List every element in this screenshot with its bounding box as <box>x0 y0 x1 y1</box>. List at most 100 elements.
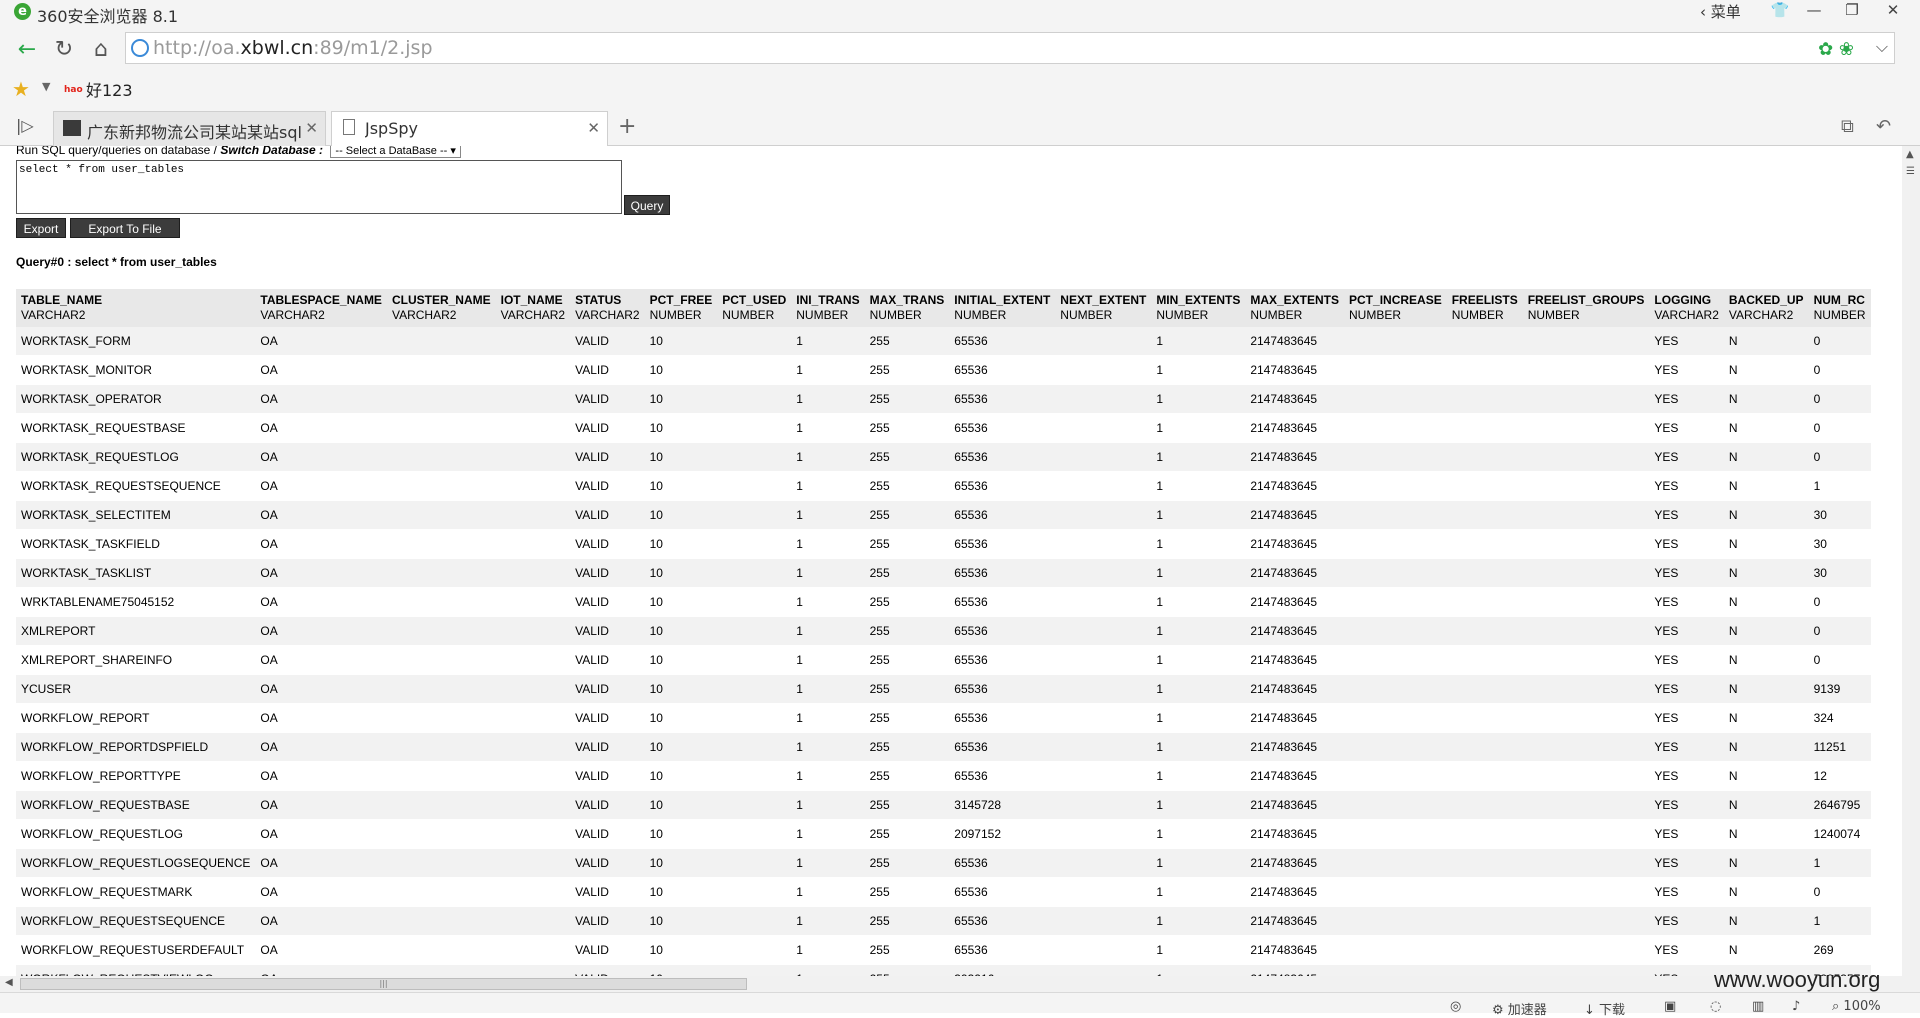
minimize-icon[interactable]: — <box>1797 0 1831 24</box>
column-type: NUMBER <box>649 308 702 322</box>
column-header: MIN_EXTENTS NUMBER <box>1151 289 1246 327</box>
horizontal-scroll-thumb[interactable]: ||| <box>20 978 747 990</box>
table-cell: OA <box>255 558 387 588</box>
table-cell: N <box>1723 558 1809 588</box>
table-cell: 1 <box>791 848 865 878</box>
table-cell: WORKFLOW_REQUESTLOGSEQUENCE <box>16 848 256 878</box>
table-cell: WORKTASK_MONITOR <box>16 355 256 385</box>
browser-menu-button[interactable]: ‹ 菜单 <box>1700 1 1741 22</box>
table-cell <box>386 935 496 965</box>
database-select[interactable]: -- Select a DataBase -- ▾ <box>330 146 461 158</box>
table-cell: 1 <box>791 877 865 907</box>
sql-query-textarea[interactable]: select * from user_tables <box>16 160 622 214</box>
table-cell: OA <box>255 587 387 617</box>
table-row: YCUSER OA VALID 10 1 255 65536 1 2147483645 YES N 9… <box>16 674 1871 704</box>
new-tab-plus-icon[interactable]: + <box>618 114 636 139</box>
table-cell <box>386 819 496 849</box>
table-cell: WORKTASK_REQUESTLOG <box>16 442 256 472</box>
table-cell: N <box>1723 413 1809 443</box>
table-row: WORKFLOW_REPORTDSPFIELD OA VALID 10 1 255 6553… <box>16 732 1871 762</box>
table-cell: WORKTASK_OPERATOR <box>16 384 256 414</box>
skin-icon[interactable]: 👕 <box>1763 0 1797 24</box>
table-cell: 255 <box>864 355 950 385</box>
table-cell: 255 <box>864 761 950 791</box>
column-name: TABLESPACE_NAME <box>260 293 382 307</box>
scroll-left-icon[interactable]: ◀ <box>5 977 13 988</box>
table-cell <box>386 327 496 356</box>
status-security-icon[interactable]: ◎ <box>1450 999 1461 1014</box>
home-icon[interactable]: ⌂ <box>88 37 114 63</box>
horizontal-scrollbar[interactable]: ◀ ||| <box>0 976 1920 992</box>
table-cell <box>1055 645 1152 675</box>
reload-icon[interactable]: ↻ <box>51 37 77 63</box>
export-to-file-button[interactable]: Export To File <box>70 218 180 238</box>
sound-icon[interactable]: ♪ <box>1792 999 1800 1014</box>
table-cell <box>386 732 496 762</box>
url-dropdown-chevron-icon[interactable]: ⌵ <box>1876 37 1888 57</box>
column-type: VARCHAR2 <box>500 308 566 322</box>
tab-wooyun[interactable]: 广东新邦物流公司某站某站sql注 ✕ <box>53 111 326 146</box>
table-cell <box>1055 790 1152 820</box>
table-cell: 255 <box>864 790 950 820</box>
table-cell <box>1522 413 1650 443</box>
table-cell: OA <box>255 500 387 530</box>
table-cell: 1 <box>1151 848 1246 878</box>
column-header: PCT_INCREASE NUMBER <box>1344 289 1447 327</box>
back-arrow-icon[interactable]: ← <box>14 37 40 63</box>
sidebar-toggle-icon[interactable]: |▷ <box>16 116 34 135</box>
tab-close-icon[interactable]: ✕ <box>305 119 318 137</box>
close-window-icon[interactable]: ✕ <box>1876 0 1910 24</box>
table-cell <box>495 442 571 472</box>
table-cell: 10 <box>644 442 718 472</box>
table-cell: 1 <box>791 935 865 965</box>
tab-list-icon[interactable]: ⧉ <box>1841 116 1854 137</box>
clean-icon[interactable]: ◌ <box>1710 999 1721 1014</box>
url-input[interactable]: http://oa.xbwl.cn:89/m1/2.jsp ✿ ❀ ⌵ <box>125 32 1895 64</box>
window-title: 360安全浏览器 8.1 <box>37 7 179 26</box>
table-cell: VALID <box>570 877 645 907</box>
table-cell <box>1344 616 1447 646</box>
table-cell: VALID <box>570 935 645 965</box>
security-shield-icon[interactable]: ✿ ❀ <box>1818 39 1854 60</box>
table-cell: 1 <box>791 355 865 385</box>
watermark-text: www.wooyun.org <box>1714 967 1881 992</box>
favorites-star-icon[interactable]: ★ <box>12 77 30 101</box>
download-button[interactable]: ↓ 下载 <box>1584 999 1625 1018</box>
table-cell: 1 <box>791 413 865 443</box>
restore-icon[interactable]: ❐ <box>1835 0 1869 24</box>
table-cell: 1 <box>791 732 865 762</box>
bookmark-hao123[interactable]: 好123 <box>86 77 133 101</box>
table-cell: 255 <box>864 384 950 414</box>
table-cell: 10 <box>644 327 718 356</box>
screenshot-icon[interactable]: ▣ <box>1664 999 1676 1014</box>
query-button[interactable]: Query <box>624 195 670 215</box>
scroll-menu-icon[interactable]: ☰ <box>1906 166 1915 177</box>
table-cell: 1 <box>1151 935 1246 965</box>
table-cell: 1 <box>1151 790 1246 820</box>
accelerator-button[interactable]: ⚙ 加速器 <box>1492 999 1547 1018</box>
table-cell <box>386 413 496 443</box>
table-cell: 10 <box>644 790 718 820</box>
window-layout-icon[interactable]: ▥ <box>1752 999 1764 1014</box>
hao123-icon: hao <box>64 85 83 95</box>
scroll-up-icon[interactable]: ▲ <box>1906 149 1914 160</box>
tab-close-icon[interactable]: ✕ <box>587 119 600 137</box>
table-cell: 1 <box>791 819 865 849</box>
zoom-control[interactable]: ⌕ 100% <box>1832 999 1881 1014</box>
table-cell <box>1446 442 1523 472</box>
vertical-scrollbar[interactable]: ▲ ☰ <box>1902 146 1920 976</box>
table-cell <box>1446 906 1523 936</box>
table-cell: 65536 <box>949 703 1056 733</box>
table-cell: 2147483645 <box>1245 442 1345 472</box>
table-cell: 0 <box>1808 877 1871 907</box>
export-button[interactable]: Export <box>16 218 66 238</box>
favorites-dropdown-icon[interactable]: ▼ <box>42 80 50 93</box>
table-cell: 255 <box>864 703 950 733</box>
table-row: WORKTASK_SELECTITEM OA VALID 10 1 255 65536 1 21… <box>16 500 1871 530</box>
table-cell <box>717 529 792 559</box>
tab-jspspy[interactable]: JspSpy ✕ <box>331 111 608 147</box>
table-cell <box>1522 645 1650 675</box>
table-cell <box>1446 645 1523 675</box>
undo-close-tab-icon[interactable]: ↶ <box>1876 116 1891 137</box>
table-cell <box>1055 674 1152 704</box>
